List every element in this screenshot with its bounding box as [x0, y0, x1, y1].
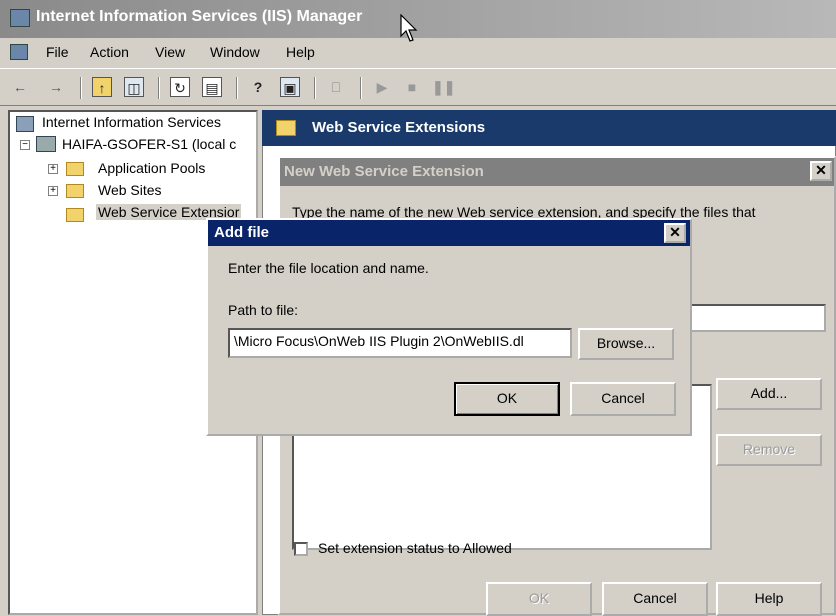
- toolbar: ← → ↑ ◫ ↻ ▤ ? ▣ ⎕ ▶ ■ ❚❚: [0, 68, 836, 106]
- back-icon[interactable]: ←: [10, 77, 30, 97]
- extension-name-field[interactable]: [688, 304, 826, 332]
- folder-icon: [66, 208, 84, 222]
- details-title: Web Service Extensions: [312, 119, 486, 136]
- stop-icon[interactable]: ■: [402, 77, 422, 97]
- remove-button[interactable]: Remove: [716, 434, 822, 466]
- help-icon[interactable]: ?: [248, 77, 268, 97]
- prompt-text: Enter the file location and name.: [228, 260, 429, 276]
- tree-item-web-sites[interactable]: Web Sites: [98, 182, 162, 198]
- pause-icon[interactable]: ❚❚: [432, 77, 455, 97]
- toolbar-separator: [80, 77, 82, 99]
- window-title: Internet Information Services (IIS) Mana…: [36, 8, 363, 25]
- show-tree-icon[interactable]: ◫: [124, 77, 144, 97]
- close-icon[interactable]: ✕: [810, 161, 832, 181]
- dialog-title: Add file: [214, 224, 269, 241]
- folder-icon: [66, 162, 84, 176]
- menu-file[interactable]: File: [46, 44, 69, 60]
- toolbar-separator: [236, 77, 238, 99]
- add-file-dialog: Add file ✕ Enter the file location and n…: [206, 218, 692, 436]
- toolbar-separator: [158, 77, 160, 99]
- allowed-checkbox-label: Set extension status to Allowed: [318, 540, 512, 556]
- allowed-checkbox[interactable]: [294, 542, 308, 556]
- mouse-cursor-icon: [400, 14, 418, 42]
- collapse-icon[interactable]: −: [20, 140, 30, 150]
- path-to-file-field[interactable]: \Micro Focus\OnWeb IIS Plugin 2\OnWebIIS…: [228, 328, 572, 358]
- toolbar-separator: [314, 77, 316, 99]
- tree-item-root[interactable]: Internet Information Services: [42, 114, 221, 130]
- computer-icon[interactable]: ⎕: [326, 77, 346, 97]
- tree-item-app-pools[interactable]: Application Pools: [98, 160, 205, 176]
- dialog-title: New Web Service Extension: [284, 163, 484, 180]
- add-button[interactable]: Add...: [716, 378, 822, 410]
- iis-root-icon: [16, 116, 34, 132]
- folder-icon: [66, 184, 84, 198]
- browse-button[interactable]: Browse...: [578, 328, 674, 360]
- up-folder-icon[interactable]: ↑: [92, 77, 112, 97]
- help-button[interactable]: Help: [716, 582, 822, 616]
- expand-icon[interactable]: +: [48, 186, 58, 196]
- system-menu-icon[interactable]: [10, 44, 28, 60]
- ok-button[interactable]: OK: [454, 382, 560, 416]
- play-icon[interactable]: ▶: [372, 77, 392, 97]
- menu-help[interactable]: Help: [286, 44, 315, 60]
- folder-icon: [276, 120, 296, 136]
- refresh-icon[interactable]: ↻: [170, 77, 190, 97]
- cancel-button[interactable]: Cancel: [570, 382, 676, 416]
- dialog-titlebar: Add file: [208, 220, 690, 246]
- close-icon[interactable]: ✕: [664, 223, 686, 243]
- ok-button[interactable]: OK: [486, 582, 592, 616]
- forward-icon[interactable]: →: [46, 77, 66, 97]
- menu-action[interactable]: Action: [90, 44, 129, 60]
- cancel-button[interactable]: Cancel: [602, 582, 708, 616]
- details-header: Web Service Extensions: [262, 110, 836, 146]
- export-icon[interactable]: ▤: [202, 77, 222, 97]
- dialog-titlebar: New Web Service Extension: [280, 158, 834, 186]
- path-label: Path to file:: [228, 302, 299, 318]
- console-icon[interactable]: ▣: [280, 77, 300, 97]
- tree-item-server[interactable]: HAIFA-GSOFER-S1 (local c: [62, 136, 236, 152]
- menu-window[interactable]: Window: [210, 44, 260, 60]
- toolbar-separator: [360, 77, 362, 99]
- menu-view[interactable]: View: [155, 44, 185, 60]
- expand-icon[interactable]: +: [48, 164, 58, 174]
- iis-app-icon: [10, 9, 30, 27]
- server-icon: [36, 136, 56, 152]
